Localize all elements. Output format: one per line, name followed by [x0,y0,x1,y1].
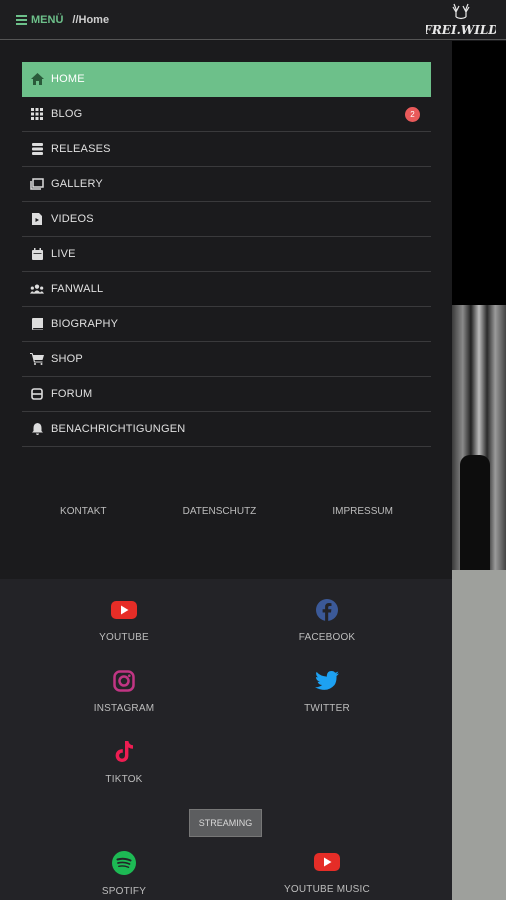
nav-label: BIOGRAPHY [51,318,119,330]
youtube-link[interactable]: YOUTUBE [44,599,204,645]
youtube-icon [111,601,137,619]
nav-label: VIDEOS [51,213,94,225]
nav-label: GALLERY [51,178,103,190]
nav-label: FORUM [51,388,93,400]
instagram-icon [113,670,135,692]
footer-links: KONTAKT DATENSCHUTZ IMPRESSUM [22,506,431,517]
stack-icon [30,142,44,156]
frei-wild-logo[interactable]: FREI.WILD [426,3,496,37]
nav-label: BLOG [51,108,83,120]
background-photo [452,305,506,570]
home-icon [30,72,44,86]
top-bar: MENÜ //Home FREI.WILD [0,0,506,40]
nav-item-live[interactable]: LIVE [22,237,431,272]
nav-item-home[interactable]: HOME [22,62,431,97]
streaming-button[interactable]: STREAMING [189,809,262,837]
youtube-music-label: YOUTUBE MUSIC [284,884,370,895]
calendar-icon [30,247,44,261]
datenschutz-link[interactable]: DATENSCHUTZ [183,506,257,517]
forum-icon [30,387,44,401]
tiktok-link[interactable]: TIKTOK [44,741,204,787]
menu-button[interactable]: MENÜ [16,14,63,26]
nav-item-videos[interactable]: VIDEOS [22,202,431,237]
blog-count-badge: 2 [405,107,420,122]
book-icon [30,317,44,331]
tiktok-label: TIKTOK [105,774,143,785]
facebook-link[interactable]: FACEBOOK [247,599,407,645]
nav-label: BENACHRICHTIGUNGEN [51,423,186,435]
youtube-label: YOUTUBE [99,632,149,643]
nav-label: RELEASES [51,143,111,155]
images-icon [30,177,44,191]
video-file-icon [30,212,44,226]
nav-label: HOME [51,73,85,85]
nav-item-releases[interactable]: RELEASES [22,132,431,167]
twitter-icon [315,671,339,690]
nav-item-shop[interactable]: SHOP [22,342,431,377]
bell-icon [30,422,44,436]
instagram-link[interactable]: INSTAGRAM [44,670,204,716]
nav-label: LIVE [51,248,76,260]
tiktok-icon [115,741,133,762]
twitter-link[interactable]: TWITTER [247,670,407,716]
facebook-label: FACEBOOK [298,632,356,643]
nav-item-gallery[interactable]: GALLERY [22,167,431,202]
kontakt-link[interactable]: KONTAKT [60,506,106,517]
svg-text:FREI.WILD: FREI.WILD [426,23,496,37]
spotify-label: SPOTIFY [101,886,147,897]
hamburger-icon [16,15,27,25]
youtube-music-icon [314,853,340,871]
grid-icon [30,107,44,121]
nav-label: FANWALL [51,283,104,295]
nav-label: SHOP [51,353,83,365]
spotify-link[interactable]: SPOTIFY [44,851,204,899]
nav-item-blog[interactable]: BLOG 2 [22,97,431,132]
breadcrumb: //Home [72,13,110,26]
nav-item-forum[interactable]: FORUM [22,377,431,412]
background-banner [452,41,506,305]
cart-icon [30,352,44,366]
youtube-music-link[interactable]: YOUTUBE MUSIC [247,851,407,897]
nav-list: HOME BLOG 2 RELEASES GALLERY VIDEOS LIVE… [22,62,431,447]
instagram-label: INSTAGRAM [93,703,155,714]
nav-item-fanwall[interactable]: FANWALL [22,272,431,307]
impressum-link[interactable]: IMPRESSUM [332,506,393,517]
photo-figure [460,455,490,570]
facebook-icon [316,599,338,621]
menu-label: MENÜ [31,13,64,26]
nav-item-biography[interactable]: BIOGRAPHY [22,307,431,342]
people-icon [30,282,44,296]
background-panel [452,570,506,900]
spotify-icon [112,851,136,875]
nav-item-notifications[interactable]: BENACHRICHTIGUNGEN [22,412,431,447]
twitter-label: TWITTER [304,703,350,714]
